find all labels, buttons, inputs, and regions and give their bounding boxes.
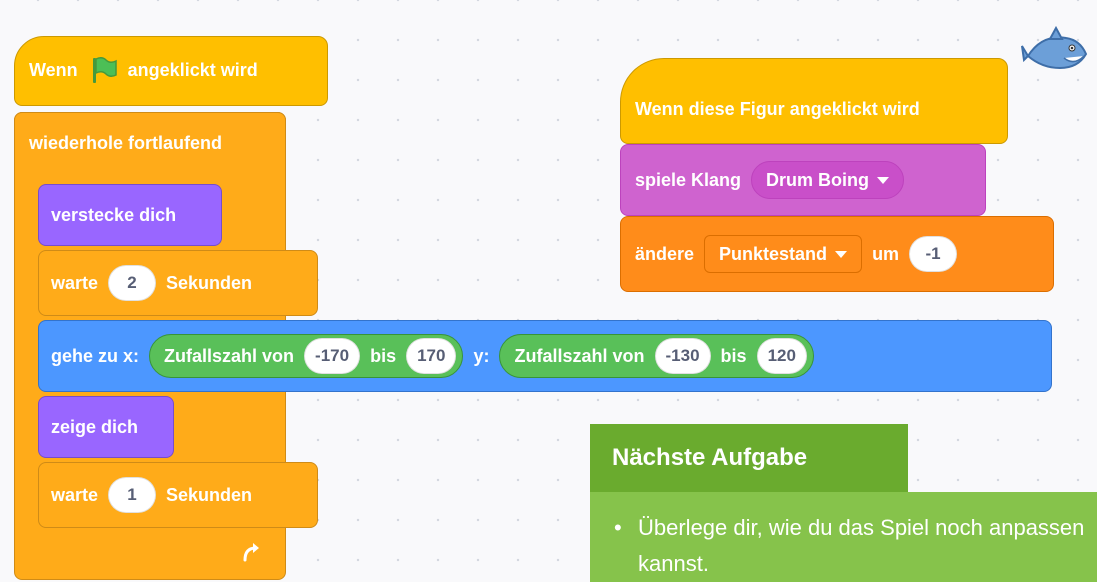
loop-arrow-icon [240,540,264,564]
show-block[interactable]: zeige dich [38,396,174,458]
when-sprite-clicked-hat-block[interactable]: Wenn diese Figur angeklickt wird [620,58,1008,144]
forever-header[interactable]: wiederhole fortlaufend [14,112,286,176]
random-y-operator[interactable]: Zufallszahl von -130 bis 120 [499,334,814,378]
sound-name: Drum Boing [766,169,870,190]
wait-label: warte [51,272,99,293]
random-to-label-x: bis [370,345,397,366]
hat-when-label: Wenn [29,59,78,80]
task-text: Überlege dir, wie du das Spiel noch anpa… [638,515,1085,576]
random-x-max-input[interactable]: 170 [406,338,457,374]
y-label: y: [473,345,490,366]
goto-label: gehe zu x: [51,345,140,366]
random-y-min-input[interactable]: -130 [654,338,711,374]
change-amount-input[interactable]: -1 [909,236,958,272]
change-label: ändere [635,243,695,264]
show-label: zeige dich [51,417,139,437]
task-body: • Überlege dir, wie du das Spiel noch an… [590,492,1097,582]
wait-block-1[interactable]: warte 2 Sekunden [38,250,318,316]
bullet-icon: • [614,515,622,540]
forever-label: wiederhole fortlaufend [29,133,223,153]
hat-clicked-label: angeklickt wird [127,59,258,80]
play-sound-block[interactable]: spiele Klang Drum Boing [620,144,986,216]
random-y-max-input[interactable]: 120 [756,338,807,374]
hide-label: verstecke dich [51,205,177,225]
when-flag-clicked-hat-block[interactable]: Wenn angeklickt wird [14,36,328,106]
sound-dropdown[interactable]: Drum Boing [751,161,905,199]
change-variable-block[interactable]: ändere Punktestand um -1 [620,216,1054,292]
wait-block-2[interactable]: warte 1 Sekunden [38,462,318,528]
dropdown-caret-icon-2 [835,250,848,258]
task-heading-text: Nächste Aufgabe [612,444,808,471]
seconds-label-2: Sekunden [166,484,253,505]
by-label: um [872,243,900,264]
hide-block[interactable]: verstecke dich [38,184,222,246]
dropdown-caret-icon [877,176,890,184]
wait-label-2: warte [51,484,99,505]
random-to-label-y: bis [720,345,747,366]
shark-sprite-icon[interactable] [1020,25,1090,82]
random-x-min-input[interactable]: -170 [304,338,361,374]
play-sound-label: spiele Klang [635,169,742,190]
seconds-label: Sekunden [166,272,253,293]
wait-seconds-input-2[interactable]: 1 [108,477,157,513]
task-heading: Nächste Aufgabe [590,424,908,492]
variable-name: Punktestand [719,243,828,264]
green-flag-icon [88,55,118,85]
wait-seconds-input[interactable]: 2 [108,265,157,301]
random-x-operator[interactable]: Zufallszahl von -170 bis 170 [149,334,464,378]
variable-dropdown[interactable]: Punktestand [704,235,863,273]
random-label-x: Zufallszahl von [164,345,295,366]
goto-xy-block[interactable]: gehe zu x: Zufallszahl von -170 bis 170 … [38,320,1052,392]
random-label-y: Zufallszahl von [514,345,645,366]
sprite-clicked-label: Wenn diese Figur angeklickt wird [635,99,920,119]
